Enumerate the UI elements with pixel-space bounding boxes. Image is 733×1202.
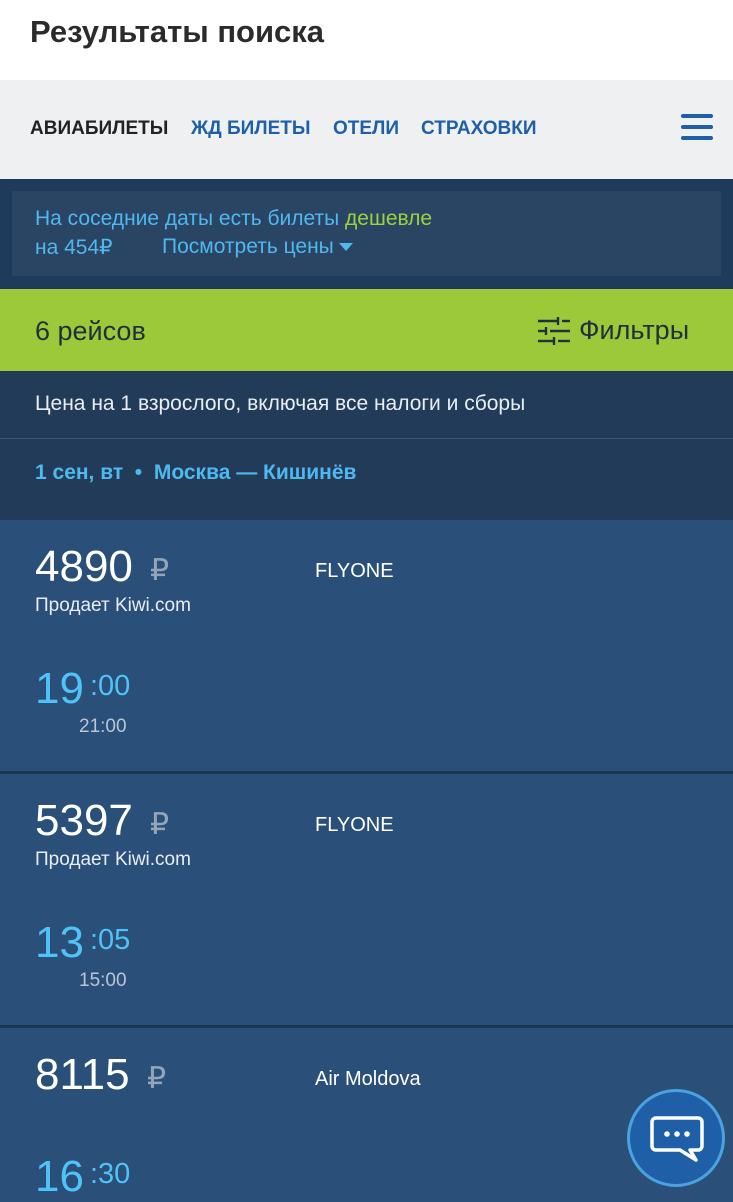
departure-minutes: :05	[90, 924, 131, 956]
results-bar: 6 рейсов Фильтры	[0, 289, 733, 371]
departure-minutes: :00	[90, 670, 131, 702]
tab-hotels[interactable]: ОТЕЛИ	[333, 118, 399, 140]
nav-bar: АВИАБИЛЕТЫ ЖД БИЛЕТЫ ОТЕЛИ СТРАХОВКИ	[0, 80, 733, 179]
arrival-time: 21:00	[79, 716, 127, 737]
cheaper-dates-notice: На соседние даты есть билеты дешевле на …	[12, 191, 721, 276]
flight-airline: FLYONE	[315, 814, 394, 836]
sliders-icon	[538, 317, 570, 345]
departure-hour: 16	[35, 1152, 84, 1201]
price-note-bar: Цена на 1 взрослого, включая все налоги …	[0, 371, 733, 439]
flight-seller: Продает Kiwi.com	[35, 849, 191, 870]
chat-button[interactable]	[627, 1089, 725, 1187]
see-prices-link[interactable]: Посмотреть цены	[162, 235, 353, 259]
page-title: Результаты поиска	[30, 14, 325, 49]
flight-card[interactable]: 4890 ₽ Продает Kiwi.com FLYONE 19 :00 21…	[0, 520, 733, 774]
arrival-time: 15:00	[79, 970, 127, 991]
departure-minutes: :30	[90, 1158, 131, 1190]
filters-button[interactable]: Фильтры	[537, 314, 697, 348]
flight-price: 4890	[35, 542, 133, 591]
price-note: Цена на 1 взрослого, включая все налоги …	[35, 392, 526, 415]
flight-airline: Air Moldova	[315, 1068, 421, 1090]
flight-price: 8115	[35, 1050, 130, 1099]
header: Результаты поиска	[0, 0, 733, 80]
tab-insurance[interactable]: СТРАХОВКИ	[421, 118, 537, 140]
flight-card[interactable]: 8115 ₽ Air Moldova 16 :30	[0, 1028, 733, 1201]
departure-hour: 19	[35, 664, 84, 713]
results-count: 6 рейсов	[35, 316, 146, 346]
notice-amount: на 454₽	[35, 236, 113, 259]
hamburger-menu-icon[interactable]	[681, 114, 715, 144]
tab-avia[interactable]: АВИАБИЛЕТЫ	[30, 118, 168, 140]
notice-text: На соседние даты есть билеты	[35, 207, 346, 230]
route-info: 1 сен, вт • Москва — Кишинёв	[35, 461, 357, 484]
notice-container: На соседние даты есть билеты дешевле на …	[0, 179, 733, 289]
flight-price: 5397	[35, 796, 133, 845]
notice-cheaper: дешевле	[345, 207, 433, 230]
departure-hour: 13	[35, 918, 84, 967]
flight-seller: Продает Kiwi.com	[35, 595, 191, 616]
currency-symbol: ₽	[147, 1062, 167, 1095]
currency-symbol: ₽	[150, 554, 170, 587]
see-prices-label[interactable]: Посмотреть цены	[162, 235, 334, 258]
flight-card[interactable]: 5397 ₽ Продает Kiwi.com FLYONE 13 :05 15…	[0, 774, 733, 1028]
flight-airline: FLYONE	[315, 560, 394, 582]
tab-rail[interactable]: ЖД БИЛЕТЫ	[191, 118, 311, 140]
currency-symbol: ₽	[150, 808, 170, 841]
chat-bubble-icon	[650, 1116, 704, 1162]
route-bar: 1 сен, вт • Москва — Кишинёв	[0, 439, 733, 520]
filters-label[interactable]: Фильтры	[579, 315, 689, 346]
caret-down-icon	[338, 243, 353, 252]
